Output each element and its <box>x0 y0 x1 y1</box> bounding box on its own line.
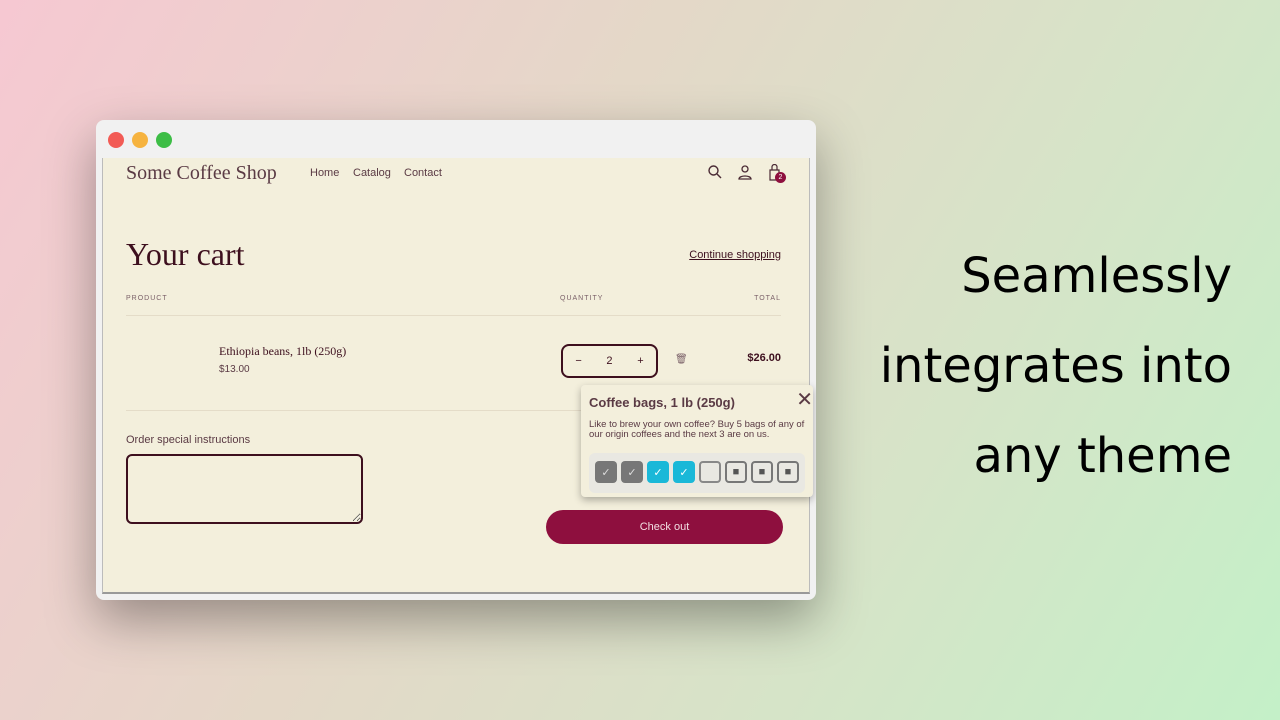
tagline-line-3: any theme <box>973 428 1232 484</box>
line-total: $26.00 <box>747 352 781 364</box>
gift-icon: ■ <box>777 461 799 483</box>
instructions-label: Order special instructions <box>126 434 251 446</box>
nav-catalog[interactable]: Catalog <box>353 167 391 179</box>
quantity-stepper: − 2 + <box>561 344 658 378</box>
checkout-button[interactable]: Check out <box>546 510 783 544</box>
instructions-input[interactable] <box>126 454 363 524</box>
shop-logo[interactable]: Some Coffee Shop <box>126 162 277 185</box>
increase-button[interactable]: + <box>637 355 643 367</box>
nav-contact[interactable]: Contact <box>404 167 442 179</box>
slot-selected: ✓ <box>647 461 669 483</box>
product-name[interactable]: Ethiopia beans, 1lb (250g) <box>219 344 346 359</box>
minimize-window-button[interactable] <box>132 132 148 148</box>
popup-text: Like to brew your own coffee? Buy 5 bags… <box>589 419 805 440</box>
popup-title: Coffee bags, 1 lb (250g) <box>589 395 735 410</box>
tagline-line-2: integrates into <box>879 338 1232 394</box>
page-title: Your cart <box>126 236 245 272</box>
maximize-window-button[interactable] <box>156 132 172 148</box>
store-page: Some Coffee Shop Home Catalog Contact 2 … <box>102 158 813 594</box>
quantity-value[interactable]: 2 <box>606 355 612 367</box>
nav-home[interactable]: Home <box>310 167 339 179</box>
cart-icon[interactable]: 2 <box>767 163 786 183</box>
bundle-progress: ✓ ✓ ✓ ✓ ■ ■ ■ <box>589 453 805 493</box>
close-icon[interactable]: ✕ <box>796 387 813 412</box>
trash-icon[interactable]: 🗑 <box>675 354 688 365</box>
continue-shopping-link[interactable]: Continue shopping <box>689 249 781 261</box>
cart-count-badge: 2 <box>775 172 786 183</box>
slot-filled: ✓ <box>595 461 617 483</box>
slot-selected: ✓ <box>673 461 695 483</box>
decrease-button[interactable]: − <box>575 355 581 367</box>
bundle-popup: Coffee bags, 1 lb (250g) ✕ Like to brew … <box>581 385 813 497</box>
product-price: $13.00 <box>219 364 250 375</box>
header-quantity: QUANTITY <box>560 295 604 302</box>
account-icon[interactable] <box>737 164 755 182</box>
tagline-line-1: Seamlessly <box>961 248 1232 304</box>
header-product: PRODUCT <box>126 295 168 302</box>
gift-icon: ■ <box>751 461 773 483</box>
slot-filled: ✓ <box>621 461 643 483</box>
search-icon[interactable] <box>707 164 725 182</box>
slot-empty <box>699 461 721 483</box>
gift-icon: ■ <box>725 461 747 483</box>
close-window-button[interactable] <box>108 132 124 148</box>
header-total: TOTAL <box>754 295 781 302</box>
browser-window: Some Coffee Shop Home Catalog Contact 2 … <box>96 120 816 600</box>
divider <box>126 315 781 316</box>
